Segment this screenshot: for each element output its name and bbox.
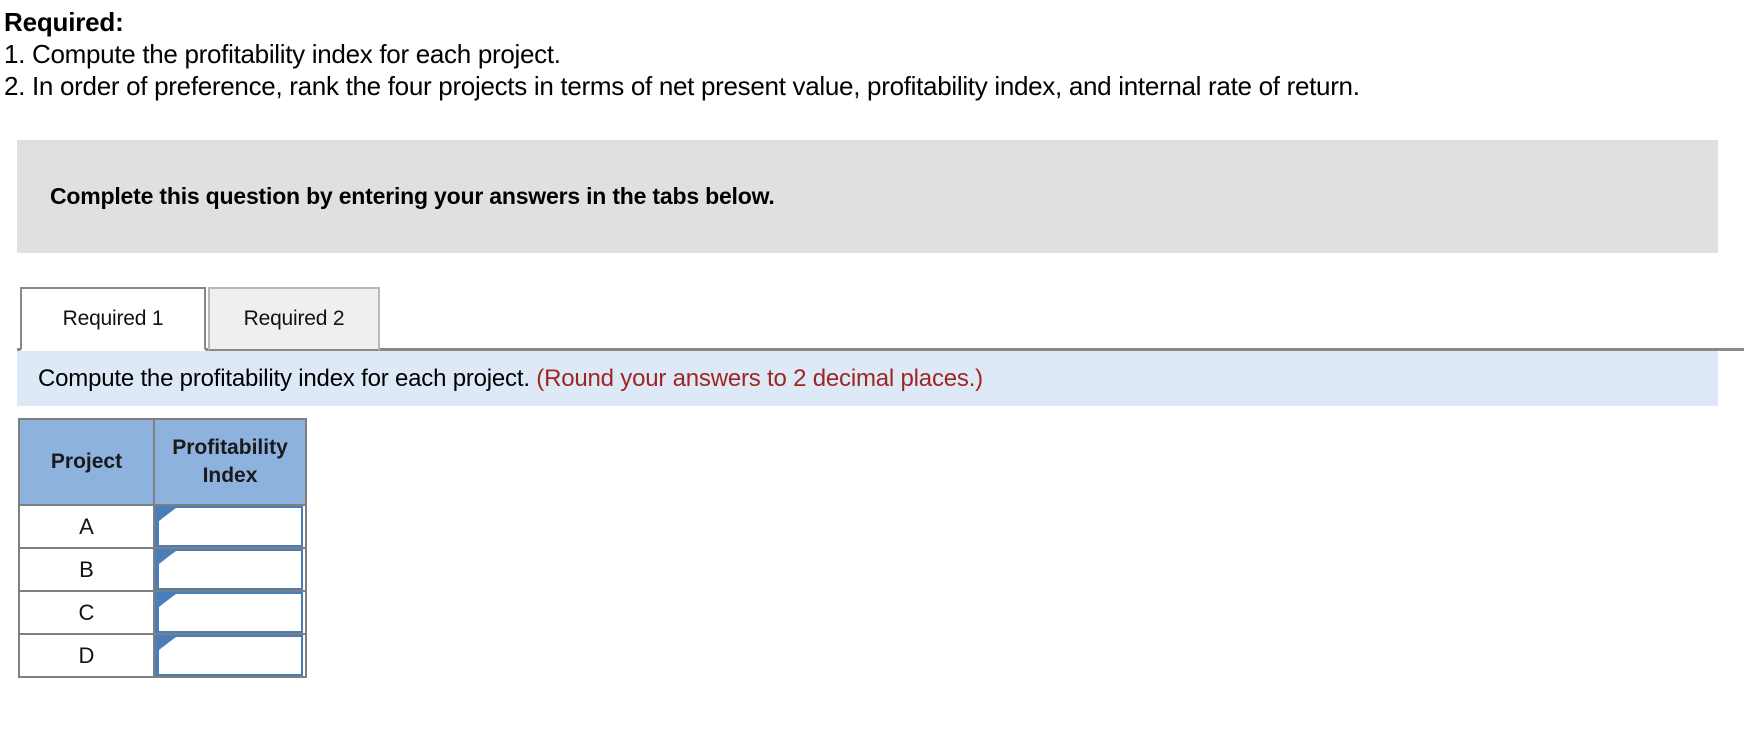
input-marker-b bbox=[155, 549, 303, 590]
required-item-2: 2. In order of preference, rank the four… bbox=[4, 71, 1360, 101]
cell-index-c[interactable] bbox=[154, 590, 307, 635]
column-header-profitability-index-line2: Index bbox=[202, 464, 258, 487]
cell-index-d[interactable] bbox=[154, 633, 307, 678]
complete-question-banner-text: Complete this question by entering your … bbox=[50, 183, 775, 209]
input-marker-a bbox=[155, 506, 303, 547]
table-row: A bbox=[18, 504, 307, 549]
table-header-row: Project Profitability Index bbox=[18, 418, 307, 506]
tab-required-2[interactable]: Required 2 bbox=[208, 287, 380, 351]
input-marker-c bbox=[155, 592, 303, 633]
table-row: D bbox=[18, 633, 307, 678]
cell-project-d: D bbox=[18, 633, 155, 678]
input-marker-d bbox=[155, 635, 303, 676]
cell-project-b: B bbox=[18, 547, 155, 592]
tab-required-2-label: Required 2 bbox=[243, 307, 345, 330]
profitability-index-input-c[interactable] bbox=[169, 594, 299, 631]
column-header-profitability-index-line1: Profitability bbox=[172, 436, 288, 459]
profitability-index-input-a[interactable] bbox=[169, 508, 299, 545]
instruction-strip: Compute the profitability index for each… bbox=[17, 351, 1718, 406]
tab-required-1[interactable]: Required 1 bbox=[20, 287, 206, 351]
instruction-main: Compute the profitability index for each… bbox=[38, 364, 530, 392]
profitability-index-input-b[interactable] bbox=[169, 551, 299, 588]
cell-project-c: C bbox=[18, 590, 155, 635]
instruction-rounding-note: (Round your answers to 2 decimal places.… bbox=[536, 364, 983, 392]
required-heading: Required: bbox=[4, 7, 124, 37]
table-row: B bbox=[18, 547, 307, 592]
column-header-profitability-index: Profitability Index bbox=[153, 418, 307, 506]
profitability-index-table: Project Profitability Index A B C D bbox=[18, 418, 307, 678]
cell-project-a: A bbox=[18, 504, 155, 549]
cell-index-a[interactable] bbox=[154, 504, 307, 549]
tab-required-1-label: Required 1 bbox=[62, 307, 164, 330]
instruction-text: Compute the profitability index for each… bbox=[17, 365, 983, 393]
profitability-index-input-d[interactable] bbox=[169, 637, 299, 674]
complete-question-banner: Complete this question by entering your … bbox=[17, 140, 1718, 253]
question-prompt: Required: 1. Compute the profitability i… bbox=[0, 0, 1744, 102]
column-header-project: Project bbox=[18, 418, 155, 506]
required-item-1: 1. Compute the profitability index for e… bbox=[4, 39, 561, 69]
tab-bar: Required 1 Required 2 bbox=[0, 283, 1744, 351]
cell-index-b[interactable] bbox=[154, 547, 307, 592]
table-row: C bbox=[18, 590, 307, 635]
